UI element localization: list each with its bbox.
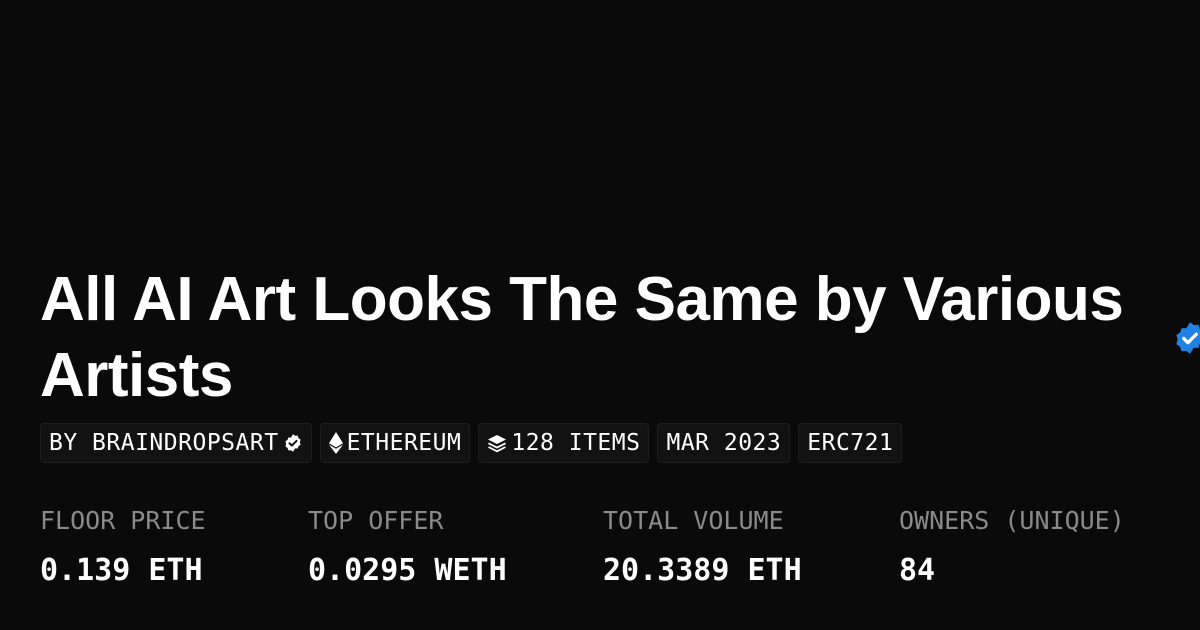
chain-pill[interactable]: ETHEREUM (319, 423, 471, 463)
items-pill[interactable]: 128 ITEMS (478, 423, 650, 463)
stat-label: TOTAL VOLUME (603, 506, 784, 535)
date-pill: MAR 2023 (657, 423, 791, 463)
stat-owners: OWNERS (UNIQUE) 84 (899, 503, 1160, 589)
ethereum-icon (328, 432, 343, 454)
creator-pill[interactable]: BY BRAINDROPSART (40, 423, 312, 463)
layers-icon (487, 433, 507, 453)
collection-title: All AI Art Looks The Same by Various Art… (40, 265, 1124, 410)
stat-label: FLOOR PRICE (40, 506, 206, 535)
stat-value: 0.0295 WETH (308, 553, 507, 588)
creator-verified-icon (283, 433, 303, 453)
chain-label: ETHEREUM (346, 430, 462, 456)
stat-value: 0.139 ETH (40, 553, 203, 588)
stat-label: OWNERS (UNIQUE) (899, 506, 1125, 535)
stat-value: 20.3389 ETH (603, 553, 802, 588)
stat-total-volume: TOTAL VOLUME 20.3389 ETH (603, 503, 899, 589)
stat-floor-price: FLOOR PRICE 0.139 ETH (40, 503, 308, 589)
date-label: MAR 2023 (666, 430, 782, 456)
collection-stats: FLOOR PRICE 0.139 ETH TOP OFFER 0.0295 W… (40, 503, 1160, 589)
stat-value: 84 (899, 553, 936, 588)
items-label: 128 ITEMS (511, 430, 641, 456)
stat-top-offer: TOP OFFER 0.0295 WETH (308, 503, 603, 589)
collection-info-pills: BY BRAINDROPSART ETHEREUM 128 ITEMS MAR … (40, 423, 903, 463)
creator-label: BY BRAINDROPSART (49, 430, 279, 456)
standard-label: ERC721 (807, 430, 894, 456)
standard-pill: ERC721 (798, 423, 903, 463)
stat-label: TOP OFFER (308, 506, 444, 535)
verified-badge-icon (1172, 320, 1200, 356)
